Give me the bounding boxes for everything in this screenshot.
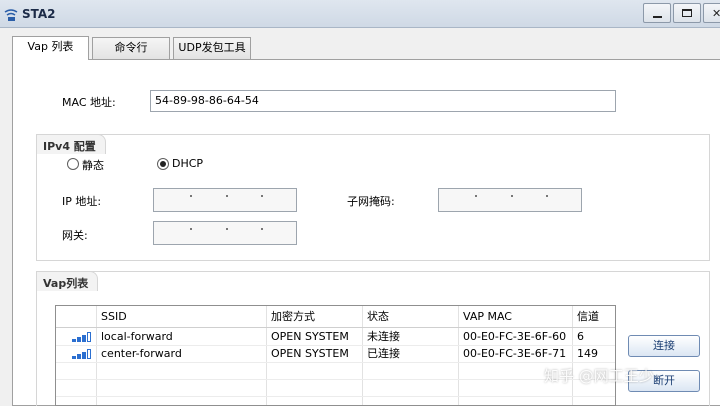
cell-channel: 149 — [577, 347, 598, 360]
tab-vap-list[interactable]: Vap 列表 — [12, 36, 89, 60]
cell-ssid: local-forward — [101, 330, 173, 343]
column-header-encryption[interactable]: 加密方式 — [266, 308, 315, 326]
column-header-vap-mac[interactable]: VAP MAC — [458, 308, 512, 326]
static-label: 静态 — [82, 159, 104, 172]
cell-status: 未连接 — [367, 330, 400, 343]
column-header-channel[interactable]: 信道 — [572, 308, 599, 326]
connect-button[interactable]: 连接 — [628, 335, 700, 357]
signal-icon — [72, 349, 96, 359]
cell-vap-mac: 00-E0-FC-3E-6F-60 — [463, 330, 567, 343]
title-bar: STA2 ✕ — [0, 0, 720, 28]
vap-table: SSID 加密方式 状态 VAP MAC 信道 local-forward OP… — [55, 305, 616, 406]
dhcp-radio[interactable] — [157, 158, 169, 170]
app-icon — [4, 9, 18, 21]
ipv4-group-title: IPv4 配置 — [36, 134, 106, 154]
ip-address-field[interactable] — [153, 188, 297, 212]
mac-label: MAC 地址: — [62, 96, 116, 109]
cell-encryption: OPEN SYSTEM — [271, 330, 349, 343]
ip-address-label: IP 地址: — [62, 195, 102, 208]
window-title: STA2 — [22, 7, 56, 21]
signal-icon — [72, 332, 96, 342]
dhcp-label: DHCP — [172, 157, 204, 170]
column-header-status[interactable]: 状态 — [362, 308, 389, 326]
column-header-ssid[interactable]: SSID — [96, 308, 127, 326]
subnet-mask-label: 子网掩码: — [347, 195, 395, 208]
cell-channel: 6 — [577, 330, 584, 343]
maximize-button[interactable] — [673, 3, 701, 23]
watermark-text: 知乎 @网工王少 — [544, 367, 654, 385]
minimize-button[interactable] — [643, 3, 671, 23]
tab-command-line[interactable]: 命令行 — [92, 37, 170, 59]
cell-ssid: center-forward — [101, 347, 182, 360]
cell-encryption: OPEN SYSTEM — [271, 347, 349, 360]
vap-group-title: Vap列表 — [36, 271, 98, 291]
mac-field[interactable]: 54-89-98-86-64-54 — [150, 90, 616, 112]
static-radio[interactable] — [67, 158, 79, 170]
cell-status: 已连接 — [367, 347, 400, 360]
cell-vap-mac: 00-E0-FC-3E-6F-71 — [463, 347, 567, 360]
gateway-label: 网关: — [62, 229, 88, 242]
gateway-field[interactable] — [153, 221, 297, 245]
close-button[interactable]: ✕ — [703, 3, 720, 23]
tab-udp-tool[interactable]: UDP发包工具 — [173, 37, 251, 59]
subnet-mask-field[interactable] — [438, 188, 582, 212]
